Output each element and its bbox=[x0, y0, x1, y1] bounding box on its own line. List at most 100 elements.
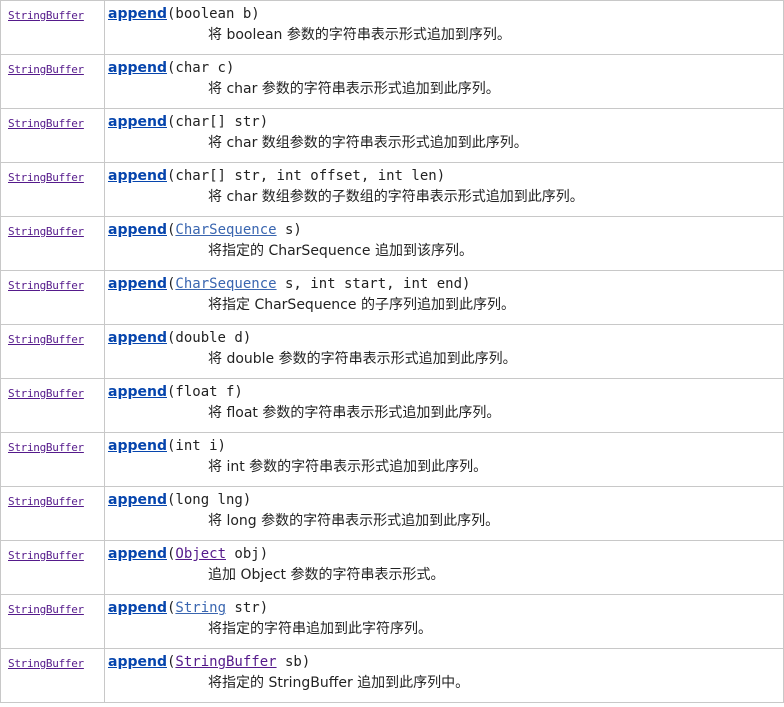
signature-cell: append(char[] str, int offset, int len) … bbox=[104, 162, 784, 217]
return-type-link[interactable]: StringBuffer bbox=[8, 441, 84, 454]
table-row: StringBuffer append(char c) 将 char 参数的字符… bbox=[0, 54, 784, 109]
return-type-cell: StringBuffer bbox=[0, 648, 105, 703]
param-type-link[interactable]: CharSequence bbox=[175, 222, 276, 238]
params-rest: sb) bbox=[276, 654, 311, 670]
method-signature: append(double d) bbox=[108, 328, 783, 348]
signature-cell: append(StringBuffer sb) 将指定的 StringBuffe… bbox=[104, 648, 784, 703]
return-type-link[interactable]: StringBuffer bbox=[8, 603, 84, 616]
method-link[interactable]: append bbox=[108, 546, 167, 562]
return-type-link[interactable]: StringBuffer bbox=[8, 225, 84, 238]
method-params: (char[] str) bbox=[166, 114, 269, 130]
method-link[interactable]: append bbox=[108, 384, 167, 400]
return-type-link[interactable]: StringBuffer bbox=[8, 171, 84, 184]
method-description: 将指定的 StringBuffer 追加到此序列中。 bbox=[208, 675, 470, 691]
signature-cell: append(char[] str) 将 char 数组参数的字符串表示形式追加… bbox=[104, 108, 784, 163]
params-rest: str) bbox=[226, 600, 269, 616]
return-type-link[interactable]: StringBuffer bbox=[8, 657, 84, 670]
return-type-cell: StringBuffer bbox=[0, 594, 105, 649]
method-description: 将 char 参数的字符串表示形式追加到此序列。 bbox=[208, 81, 500, 97]
method-params: (char[] str, int offset, int len) bbox=[166, 168, 446, 184]
table-row: StringBuffer append(boolean b) 将 boolean… bbox=[0, 0, 784, 55]
table-row: StringBuffer append(double d) 将 double 参… bbox=[0, 324, 784, 379]
method-description: 将 boolean 参数的字符串表示形式追加到序列。 bbox=[208, 27, 511, 43]
return-type-cell: StringBuffer bbox=[0, 324, 105, 379]
return-type-link[interactable]: StringBuffer bbox=[8, 495, 84, 508]
method-signature: append(char c) bbox=[108, 58, 783, 78]
method-link[interactable]: append bbox=[108, 492, 167, 508]
method-link[interactable]: append bbox=[108, 600, 167, 616]
method-link[interactable]: append bbox=[108, 330, 167, 346]
method-link[interactable]: append bbox=[108, 114, 167, 130]
method-signature: append(boolean b) bbox=[108, 4, 783, 24]
method-params: (float f) bbox=[166, 384, 243, 400]
return-type-cell: StringBuffer bbox=[0, 216, 105, 271]
signature-cell: append(CharSequence s) 将指定的 CharSequence… bbox=[104, 216, 784, 271]
method-link[interactable]: append bbox=[108, 60, 167, 76]
table-row: StringBuffer append(String str) 将指定的字符串追… bbox=[0, 594, 784, 649]
method-signature: append(Object obj) bbox=[108, 544, 783, 564]
method-summary-table: StringBuffer append(boolean b) 将 boolean… bbox=[0, 0, 784, 703]
method-summary-body: StringBuffer append(boolean b) 将 boolean… bbox=[0, 0, 784, 703]
method-signature: append(String str) bbox=[108, 598, 783, 618]
table-row: StringBuffer append(long lng) 将 long 参数的… bbox=[0, 486, 784, 541]
method-signature: append(CharSequence s) bbox=[108, 220, 783, 240]
table-row: StringBuffer append(int i) 将 int 参数的字符串表… bbox=[0, 432, 784, 487]
return-type-link[interactable]: StringBuffer bbox=[8, 549, 84, 562]
method-link[interactable]: append bbox=[108, 438, 167, 454]
table-row: StringBuffer append(CharSequence s, int … bbox=[0, 270, 784, 325]
method-params: (char c) bbox=[166, 60, 235, 76]
params-rest: s, int start, int end) bbox=[276, 276, 471, 292]
method-link[interactable]: append bbox=[108, 168, 167, 184]
return-type-cell: StringBuffer bbox=[0, 270, 105, 325]
param-type-link[interactable]: Object bbox=[175, 546, 226, 562]
return-type-link[interactable]: StringBuffer bbox=[8, 9, 84, 22]
signature-cell: append(double d) 将 double 参数的字符串表示形式追加到此… bbox=[104, 324, 784, 379]
signature-cell: append(char c) 将 char 参数的字符串表示形式追加到此序列。 bbox=[104, 54, 784, 109]
param-type-link[interactable]: StringBuffer bbox=[175, 654, 276, 670]
method-description: 将 char 数组参数的子数组的字符串表示形式追加到此序列。 bbox=[208, 189, 584, 205]
signature-cell: append(Object obj) 追加 Object 参数的字符串表示形式。 bbox=[104, 540, 784, 595]
return-type-cell: StringBuffer bbox=[0, 0, 105, 55]
method-description: 将指定的 CharSequence 追加到该序列。 bbox=[208, 243, 473, 259]
method-signature: append(long lng) bbox=[108, 490, 783, 510]
method-signature: append(char[] str, int offset, int len) bbox=[108, 166, 783, 186]
param-type-link[interactable]: String bbox=[175, 600, 226, 616]
signature-cell: append(CharSequence s, int start, int en… bbox=[104, 270, 784, 325]
method-signature: append(CharSequence s, int start, int en… bbox=[108, 274, 783, 294]
method-description: 将 float 参数的字符串表示形式追加到此序列。 bbox=[208, 405, 501, 421]
signature-cell: append(long lng) 将 long 参数的字符串表示形式追加到此序列… bbox=[104, 486, 784, 541]
return-type-cell: StringBuffer bbox=[0, 378, 105, 433]
method-signature: append(float f) bbox=[108, 382, 783, 402]
return-type-link[interactable]: StringBuffer bbox=[8, 333, 84, 346]
method-description: 将 double 参数的字符串表示形式追加到此序列。 bbox=[208, 351, 517, 367]
method-signature: append(StringBuffer sb) bbox=[108, 652, 783, 672]
return-type-link[interactable]: StringBuffer bbox=[8, 63, 84, 76]
table-row: StringBuffer append(char[] str, int offs… bbox=[0, 162, 784, 217]
method-signature: append(char[] str) bbox=[108, 112, 783, 132]
return-type-link[interactable]: StringBuffer bbox=[8, 387, 84, 400]
return-type-cell: StringBuffer bbox=[0, 432, 105, 487]
signature-cell: append(boolean b) 将 boolean 参数的字符串表示形式追加… bbox=[104, 0, 784, 55]
method-description: 将 long 参数的字符串表示形式追加到此序列。 bbox=[208, 513, 500, 529]
method-description: 将指定的字符串追加到此字符序列。 bbox=[208, 621, 432, 637]
table-row: StringBuffer append(StringBuffer sb) 将指定… bbox=[0, 648, 784, 703]
method-params: (int i) bbox=[166, 438, 226, 454]
method-link[interactable]: append bbox=[108, 222, 167, 238]
table-row: StringBuffer append(float f) 将 float 参数的… bbox=[0, 378, 784, 433]
return-type-cell: StringBuffer bbox=[0, 486, 105, 541]
method-link[interactable]: append bbox=[108, 6, 167, 22]
return-type-link[interactable]: StringBuffer bbox=[8, 279, 84, 292]
method-link[interactable]: append bbox=[108, 276, 167, 292]
params-rest: s) bbox=[276, 222, 302, 238]
method-params: (double d) bbox=[166, 330, 252, 346]
table-row: StringBuffer append(CharSequence s) 将指定的… bbox=[0, 216, 784, 271]
method-description: 将 char 数组参数的字符串表示形式追加到此序列。 bbox=[208, 135, 528, 151]
method-link[interactable]: append bbox=[108, 654, 167, 670]
signature-cell: append(int i) 将 int 参数的字符串表示形式追加到此序列。 bbox=[104, 432, 784, 487]
return-type-link[interactable]: StringBuffer bbox=[8, 117, 84, 130]
return-type-cell: StringBuffer bbox=[0, 54, 105, 109]
method-description: 将 int 参数的字符串表示形式追加到此序列。 bbox=[208, 459, 488, 475]
method-description: 将指定 CharSequence 的子序列追加到此序列。 bbox=[208, 297, 515, 313]
method-params: (boolean b) bbox=[166, 6, 260, 22]
param-type-link[interactable]: CharSequence bbox=[175, 276, 276, 292]
